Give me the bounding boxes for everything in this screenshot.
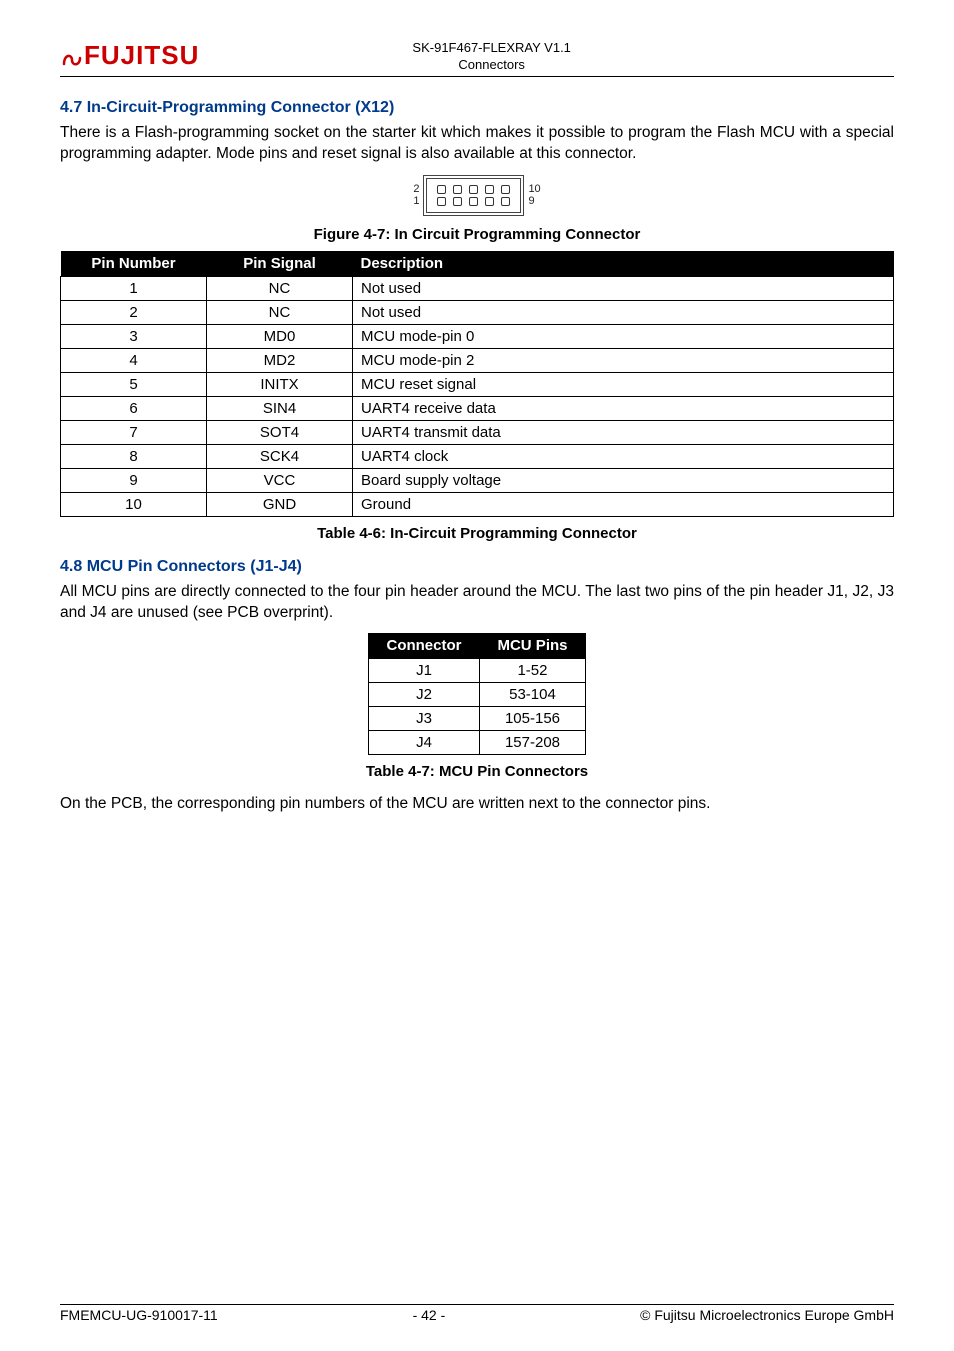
socket-icon (423, 175, 524, 216)
pin-num-1: 1 (413, 195, 419, 207)
doc-section: Connectors (199, 57, 784, 74)
col-pin-signal: Pin Signal (207, 251, 353, 277)
section-4-8-para: All MCU pins are directly connected to t… (60, 582, 894, 624)
table-row: J3105-156 (368, 707, 585, 731)
section-4-8-para2: On the PCB, the corresponding pin number… (60, 794, 894, 815)
table-row: 10GNDGround (61, 492, 894, 516)
table-row: 7SOT4UART4 transmit data (61, 420, 894, 444)
logo: FUJITSU (60, 40, 199, 71)
page-footer: FMEMCU-UG-910017-11 - 42 - © Fujitsu Mic… (60, 1304, 894, 1323)
table-row: J253-104 (368, 683, 585, 707)
table-row: 5INITXMCU reset signal (61, 372, 894, 396)
logo-text: FUJITSU (84, 40, 199, 71)
infinity-icon (60, 44, 84, 70)
table-row: 6SIN4UART4 receive data (61, 396, 894, 420)
table-row: J4157-208 (368, 731, 585, 755)
table-row: 8SCK4UART4 clock (61, 444, 894, 468)
pin-label-right: 10 9 (528, 183, 540, 207)
header-title-block: SK-91F467-FLEXRAY V1.1 Connectors (199, 40, 784, 74)
table-row: 4MD2MCU mode-pin 2 (61, 348, 894, 372)
pin-table-x12: Pin Number Pin Signal Description 1NCNot… (60, 251, 894, 517)
pin-num-2: 2 (413, 183, 419, 195)
footer-page-num: - 42 - (413, 1307, 446, 1323)
pin-num-10: 10 (528, 183, 540, 195)
col-mcu-pins: MCU Pins (479, 633, 585, 659)
page-header: FUJITSU SK-91F467-FLEXRAY V1.1 Connector… (60, 40, 894, 77)
table-row: 1NCNot used (61, 276, 894, 300)
footer-copyright: © Fujitsu Microelectronics Europe GmbH (640, 1307, 894, 1323)
mcu-pin-table: Connector MCU Pins J11-52 J253-104 J3105… (368, 633, 586, 755)
pin-num-9: 9 (528, 195, 540, 207)
table-caption-4-7: Table 4-7: MCU Pin Connectors (60, 763, 894, 780)
pin-label-left: 2 1 (413, 183, 419, 207)
col-connector: Connector (368, 633, 479, 659)
table-row: 2NCNot used (61, 300, 894, 324)
section-4-7-para: There is a Flash-programming socket on t… (60, 123, 894, 165)
table-caption-4-6: Table 4-6: In-Circuit Programming Connec… (60, 525, 894, 542)
connector-figure: 2 1 10 9 (60, 175, 894, 216)
table-row: 9VCCBoard supply voltage (61, 468, 894, 492)
col-description: Description (353, 251, 894, 277)
table-row: J11-52 (368, 659, 585, 683)
section-heading-4-8: 4.8 MCU Pin Connectors (J1-J4) (60, 558, 894, 576)
figure-caption-4-7: Figure 4-7: In Circuit Programming Conne… (60, 226, 894, 243)
footer-doc-id: FMEMCU-UG-910017-11 (60, 1307, 218, 1323)
col-pin-number: Pin Number (61, 251, 207, 277)
section-heading-4-7: 4.7 In-Circuit-Programming Connector (X1… (60, 99, 894, 117)
doc-title: SK-91F467-FLEXRAY V1.1 (199, 40, 784, 57)
table-row: 3MD0MCU mode-pin 0 (61, 324, 894, 348)
